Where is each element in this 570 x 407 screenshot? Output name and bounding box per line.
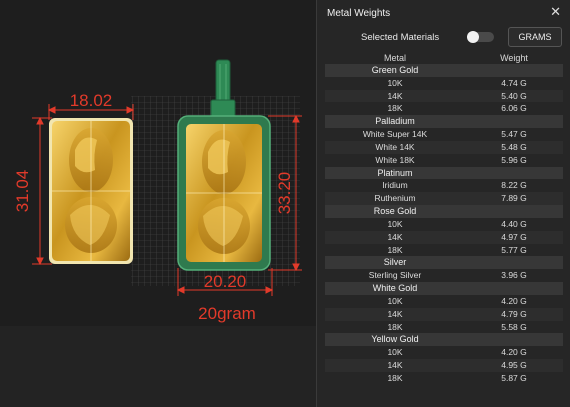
metal-name: Iridium [382, 180, 408, 191]
table-row: 10K 4.20 G [325, 295, 563, 308]
metal-weight: 5.58 G [501, 321, 527, 332]
metal-weight: 5.77 G [501, 244, 527, 255]
table-row: 14K 4.97 G [325, 230, 563, 244]
selected-materials-toggle[interactable] [467, 31, 494, 43]
weight-column-header: Weight [500, 53, 528, 63]
left-width-label: 18.02 [70, 91, 113, 110]
metal-name: White 18K [375, 154, 415, 165]
metal-name: 18K [387, 103, 403, 114]
selected-materials-label: Selected Materials [361, 32, 440, 43]
metal-weights-panel: Metal Weights ✕ Selected Materials GRAMS… [316, 0, 570, 407]
toggle-knob [467, 31, 479, 43]
metal-group-header: Platinum [325, 166, 563, 180]
metal-weight: 3.96 G [501, 270, 527, 281]
metal-group-header: Silver [325, 256, 563, 270]
metal-name: 10K [387, 347, 403, 358]
metal-group-header: Palladium [325, 115, 563, 129]
metal-group-header: Rose Gold [325, 205, 563, 218]
metal-name: 10K [387, 218, 403, 229]
metal-name: 18K [387, 321, 403, 332]
metal-weight: 4.74 G [501, 77, 527, 88]
3d-viewport[interactable]: 18.02 31.04 20.20 33.20 20gram [0, 0, 316, 407]
metal-name: 10K [387, 77, 403, 88]
weight-label: 20gram [198, 304, 256, 323]
metal-weight: 8.22 G [501, 180, 527, 191]
gold-bar-pendant[interactable] [177, 59, 271, 271]
metal-name: Sterling Silver [368, 270, 422, 281]
metal-weight: 5.87 G [501, 372, 527, 383]
metal-name: White Super 14K [362, 129, 428, 140]
metal-name: 10K [387, 295, 403, 306]
metal-weights-table: Metal Weight Green Gold 10K 4.74 G 14K 5.40 … [325, 52, 563, 385]
metal-name: 14K [387, 90, 403, 101]
metal-weight: 5.48 G [501, 141, 527, 152]
metal-weight: 4.20 G [501, 347, 527, 358]
metal-weight: 4.97 G [501, 231, 527, 242]
close-icon[interactable]: ✕ [550, 5, 561, 18]
viewport-lower-area [0, 326, 316, 407]
table-row: White 18K 5.96 G [325, 154, 563, 167]
metal-weight: 4.40 G [501, 218, 527, 229]
table-row: 10K 4.40 G [325, 218, 563, 231]
metal-weight: 4.95 G [501, 360, 527, 371]
right-width-label: 20.20 [204, 272, 247, 291]
metal-name: 14K [387, 231, 403, 242]
metal-name: 18K [387, 244, 403, 255]
units-button[interactable]: GRAMS [508, 27, 562, 47]
table-row: 14K 4.95 G [325, 359, 563, 372]
table-row: White Super 14K 5.47 G [325, 128, 563, 141]
metal-name: 18K [387, 372, 403, 383]
table-row: Sterling Silver 3.96 G [325, 269, 563, 282]
metal-column-header: Metal [383, 53, 406, 63]
metal-group-name: Yellow Gold [371, 334, 419, 345]
table-row: 14K 5.40 G [325, 89, 563, 103]
table-row: 18K 6.06 G [325, 102, 563, 115]
metal-name: 14K [387, 308, 403, 319]
metal-weight: 4.20 G [501, 295, 527, 306]
right-height-label: 33.20 [275, 172, 294, 215]
metal-name: Ruthenium [374, 193, 416, 204]
metal-group-name: Palladium [375, 116, 415, 127]
metal-group-name: White Gold [372, 283, 418, 294]
table-row: 18K 5.87 G [325, 372, 563, 385]
metal-name: White 14K [375, 141, 415, 152]
left-height-label: 31.04 [13, 170, 32, 213]
table-row: 14K 4.79 G [325, 307, 563, 321]
table-header: Metal Weight [325, 52, 563, 64]
table-row: Iridium 8.22 G [325, 179, 563, 192]
metal-group-name: Green Gold [371, 65, 419, 75]
table-row: White 14K 5.48 G [325, 140, 563, 154]
table-row: 10K 4.74 G [325, 77, 563, 90]
metal-group-header: Yellow Gold [325, 333, 563, 347]
metal-group-name: Platinum [377, 167, 413, 178]
panel-title: Metal Weights [327, 8, 391, 19]
table-row: Ruthenium 7.89 G [325, 192, 563, 206]
metal-group-name: Silver [383, 257, 407, 268]
metal-weight: 4.79 G [501, 308, 527, 319]
gold-bar-left[interactable] [49, 118, 133, 264]
metal-group-name: Rose Gold [373, 206, 417, 217]
viewport-canvas[interactable]: 18.02 31.04 20.20 33.20 20gram [0, 0, 316, 407]
metal-weight: 6.06 G [501, 103, 527, 114]
metal-weight: 5.47 G [501, 129, 527, 140]
metal-weight: 5.96 G [501, 154, 527, 165]
table-row: 10K 4.20 G [325, 346, 563, 359]
table-row: 18K 5.77 G [325, 244, 563, 257]
metal-weight: 5.40 G [501, 90, 527, 101]
metal-group-header: White Gold [325, 282, 563, 295]
metal-weight: 7.89 G [501, 193, 527, 204]
metal-group-header: Green Gold [325, 64, 563, 77]
table-row: 18K 5.58 G [325, 321, 563, 334]
metal-name: 14K [387, 360, 403, 371]
